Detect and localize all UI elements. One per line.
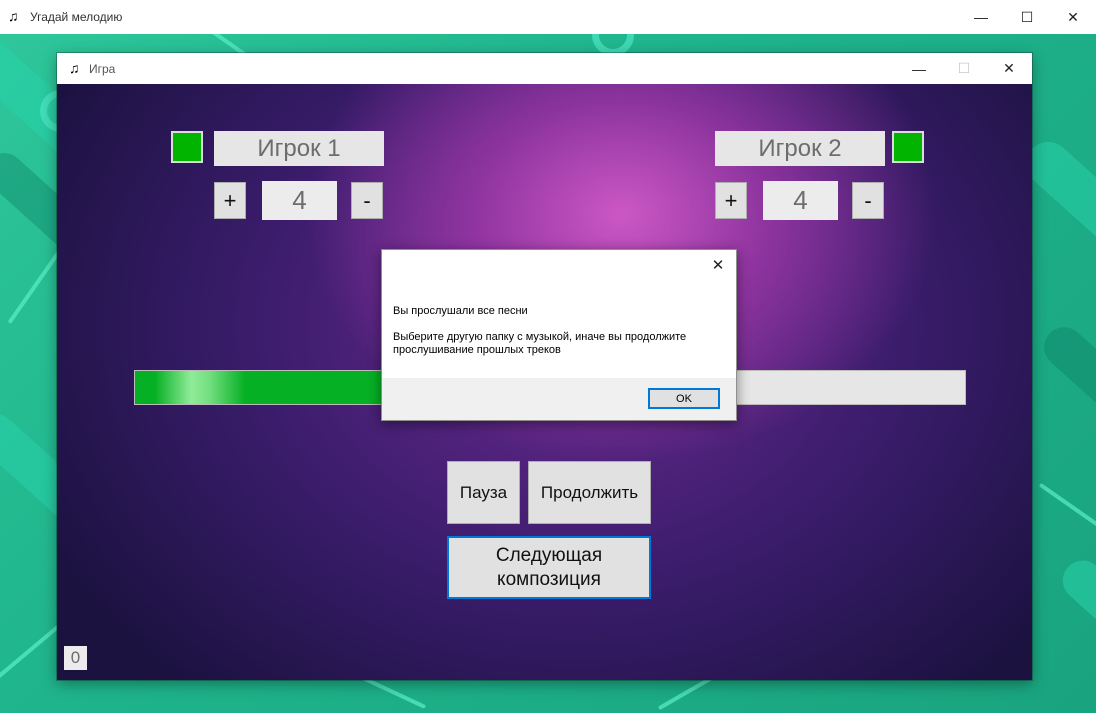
game-window-titlebar: ♫ Игра — ☐ ✕ xyxy=(57,53,1032,84)
decor-line xyxy=(1038,482,1096,550)
decor-stripe xyxy=(1054,552,1096,676)
dialog-footer: OK xyxy=(382,378,736,420)
player2-minus-button[interactable]: - xyxy=(852,182,884,219)
player1-indicator xyxy=(171,131,203,163)
game-window-title: Игра xyxy=(89,62,116,76)
song-progress-fill xyxy=(135,371,384,404)
round-counter: 0 xyxy=(64,646,87,670)
next-track-label-line1: Следующая xyxy=(495,544,603,566)
pause-button[interactable]: Пауза xyxy=(447,461,520,524)
dialog-ok-button[interactable]: OK xyxy=(648,388,720,409)
dialog-title: Вы прослушали все песни xyxy=(393,305,528,317)
game-maximize-button: ☐ xyxy=(957,60,971,76)
decor-line xyxy=(7,247,63,325)
main-titlebar: ♫ Угадай мелодию — ☐ ✕ xyxy=(0,0,1096,35)
player2-score: 4 xyxy=(763,181,838,220)
next-track-label-line2: композиция xyxy=(497,568,601,590)
main-window-title: Угадай мелодию xyxy=(30,10,123,24)
player1-plus-button[interactable]: + xyxy=(214,182,246,219)
main-close-button[interactable]: ✕ xyxy=(1050,0,1096,34)
player1-name: Игрок 1 xyxy=(214,131,384,166)
player2-plus-button[interactable]: + xyxy=(715,182,747,219)
main-minimize-button[interactable]: — xyxy=(958,0,1004,34)
music-note-icon: ♫ xyxy=(8,8,19,24)
resume-button[interactable]: Продолжить xyxy=(528,461,651,524)
progress-glow xyxy=(155,371,245,404)
dialog-message-line1: Выберите другую папку с музыкой, иначе в… xyxy=(393,331,687,343)
player2-indicator xyxy=(892,131,924,163)
player1-minus-button[interactable]: - xyxy=(351,182,383,219)
main-maximize-button[interactable]: ☐ xyxy=(1004,0,1050,34)
dialog-message-line2: прослушивание прошлых треков xyxy=(393,344,561,356)
dialog-message: Выберите другую папку с музыкой, иначе в… xyxy=(393,331,723,357)
game-minimize-button[interactable]: — xyxy=(896,53,942,84)
next-track-button[interactable]: Следующая композиция xyxy=(447,536,651,599)
player1-score: 4 xyxy=(262,181,337,220)
dialog-close-button[interactable]: ✕ xyxy=(700,250,736,280)
player2-name: Игрок 2 xyxy=(715,131,885,166)
decor-stripe xyxy=(1035,318,1096,450)
music-note-icon: ♫ xyxy=(69,60,80,76)
game-close-button[interactable]: ✕ xyxy=(986,53,1032,84)
message-dialog: ✕ Вы прослушали все песни Выберите другу… xyxy=(381,249,737,421)
